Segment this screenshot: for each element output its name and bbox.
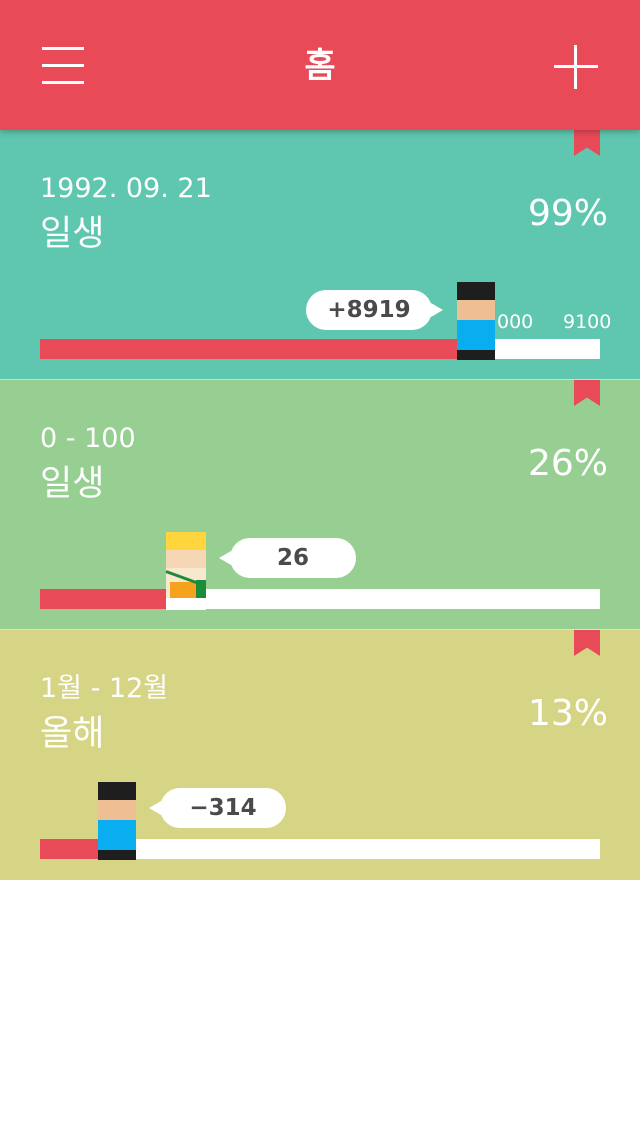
- dday-card-this-year[interactable]: 1월 - 12월 올해 13% −314: [0, 630, 640, 880]
- tick-label: 9100: [563, 311, 612, 333]
- empty-list-area: [0, 880, 640, 1136]
- count-bubble: 26: [219, 538, 356, 578]
- add-icon[interactable]: [554, 45, 598, 89]
- tick-label: 000: [497, 311, 534, 333]
- progress-fill: [40, 339, 488, 359]
- card-percent: 13%: [527, 693, 608, 734]
- girl-character-icon: [165, 532, 206, 610]
- bookmark-icon[interactable]: [574, 630, 600, 656]
- card-percent: 99%: [527, 193, 608, 234]
- card-percent: 26%: [527, 443, 608, 484]
- card-title: 일생: [40, 214, 105, 254]
- dday-card-lifetime-age[interactable]: 0 - 100 일생 26% 26: [0, 380, 640, 630]
- remaining-ticks: [497, 339, 600, 359]
- count-bubble: −314: [149, 788, 286, 828]
- card-range: 1992. 09. 21: [40, 173, 212, 204]
- app-header: 홈: [0, 0, 640, 130]
- card-range: 1월 - 12월: [40, 673, 169, 704]
- bookmark-icon[interactable]: [574, 130, 600, 156]
- page-title: 홈: [304, 46, 336, 86]
- progress-fill: [40, 589, 186, 609]
- bookmark-icon[interactable]: [574, 380, 600, 406]
- card-title: 올해: [40, 714, 105, 754]
- boy-character-icon: [457, 282, 495, 360]
- card-title: 일생: [40, 464, 105, 504]
- menu-icon[interactable]: [42, 47, 84, 85]
- count-bubble: +8919: [306, 290, 443, 330]
- boy-character-icon: [98, 782, 136, 860]
- dday-card-lifetime-birthdate[interactable]: 1992. 09. 21 일생 99% 000 9100 +8919: [0, 130, 640, 380]
- card-range: 0 - 100: [40, 423, 136, 454]
